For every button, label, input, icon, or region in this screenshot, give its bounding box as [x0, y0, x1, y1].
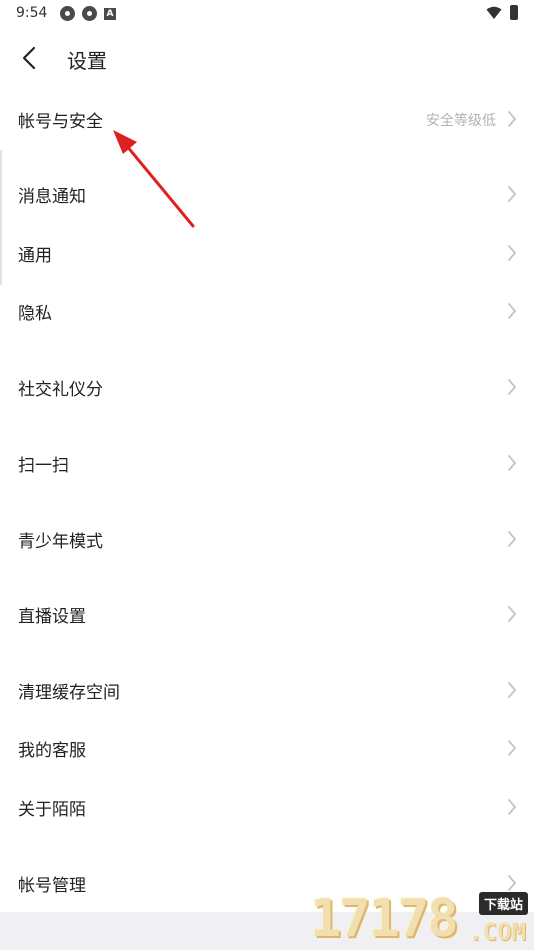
row-label: 帐号与安全: [18, 112, 103, 132]
row-label: 直播设置: [18, 607, 86, 627]
security-level-text: 安全等级低: [426, 113, 496, 129]
wifi-icon: [486, 6, 502, 19]
row-label: 通用: [18, 246, 52, 266]
gear-icon: [82, 6, 97, 21]
back-button[interactable]: [14, 42, 46, 74]
battery-icon: [510, 5, 518, 20]
social-etiquette-item[interactable]: 社交礼仪分: [0, 362, 534, 412]
back-arrow-icon: [22, 46, 36, 70]
watermark-domain: .COM: [468, 918, 526, 946]
chevron-right-icon: [508, 606, 516, 622]
top-bar: 设置: [0, 36, 534, 80]
chevron-right-icon: [508, 186, 516, 202]
teen-mode-item[interactable]: 青少年模式: [0, 514, 534, 564]
chevron-right-icon: [508, 379, 516, 395]
scan-item[interactable]: 扫一扫: [0, 438, 534, 488]
row-label: 扫一扫: [18, 456, 69, 476]
customer-service-item[interactable]: 我的客服: [0, 723, 534, 773]
chevron-right-icon: [508, 111, 516, 127]
row-label: 隐私: [18, 304, 52, 324]
watermark-tag: 下载站: [478, 892, 528, 915]
chevron-right-icon: [508, 455, 516, 471]
row-label: 青少年模式: [18, 532, 103, 552]
row-label: 消息通知: [18, 187, 86, 207]
chevron-right-icon: [508, 303, 516, 319]
status-icons-left: A: [60, 6, 116, 21]
gear-icon: [60, 6, 75, 21]
row-label: 我的客服: [18, 741, 86, 761]
row-label: 关于陌陌: [18, 800, 86, 820]
privacy-item[interactable]: 隐私: [0, 286, 534, 336]
status-icons-right: [486, 5, 518, 20]
chevron-right-icon: [508, 245, 516, 261]
row-label: 社交礼仪分: [18, 380, 103, 400]
clear-cache-item[interactable]: 清理缓存空间: [0, 665, 534, 715]
general-item[interactable]: 通用: [0, 228, 534, 278]
watermark-number: 17178: [310, 889, 459, 949]
about-item[interactable]: 关于陌陌: [0, 782, 534, 832]
chevron-right-icon: [508, 682, 516, 698]
status-bar: 9:54 A: [0, 0, 534, 28]
status-time: 9:54: [16, 5, 48, 21]
a-badge-icon: A: [104, 7, 116, 20]
notifications-item[interactable]: 消息通知: [0, 169, 534, 219]
page-title: 设置: [67, 49, 107, 73]
watermark-logo: 17178 下载站 .COM: [310, 888, 534, 950]
chevron-right-icon: [508, 531, 516, 547]
row-label: 清理缓存空间: [18, 683, 120, 703]
live-settings-item[interactable]: 直播设置: [0, 589, 534, 639]
row-label: 帐号管理: [18, 876, 86, 896]
chevron-right-icon: [508, 740, 516, 756]
chevron-right-icon: [508, 799, 516, 815]
account-security-item[interactable]: 帐号与安全 安全等级低: [0, 94, 534, 144]
